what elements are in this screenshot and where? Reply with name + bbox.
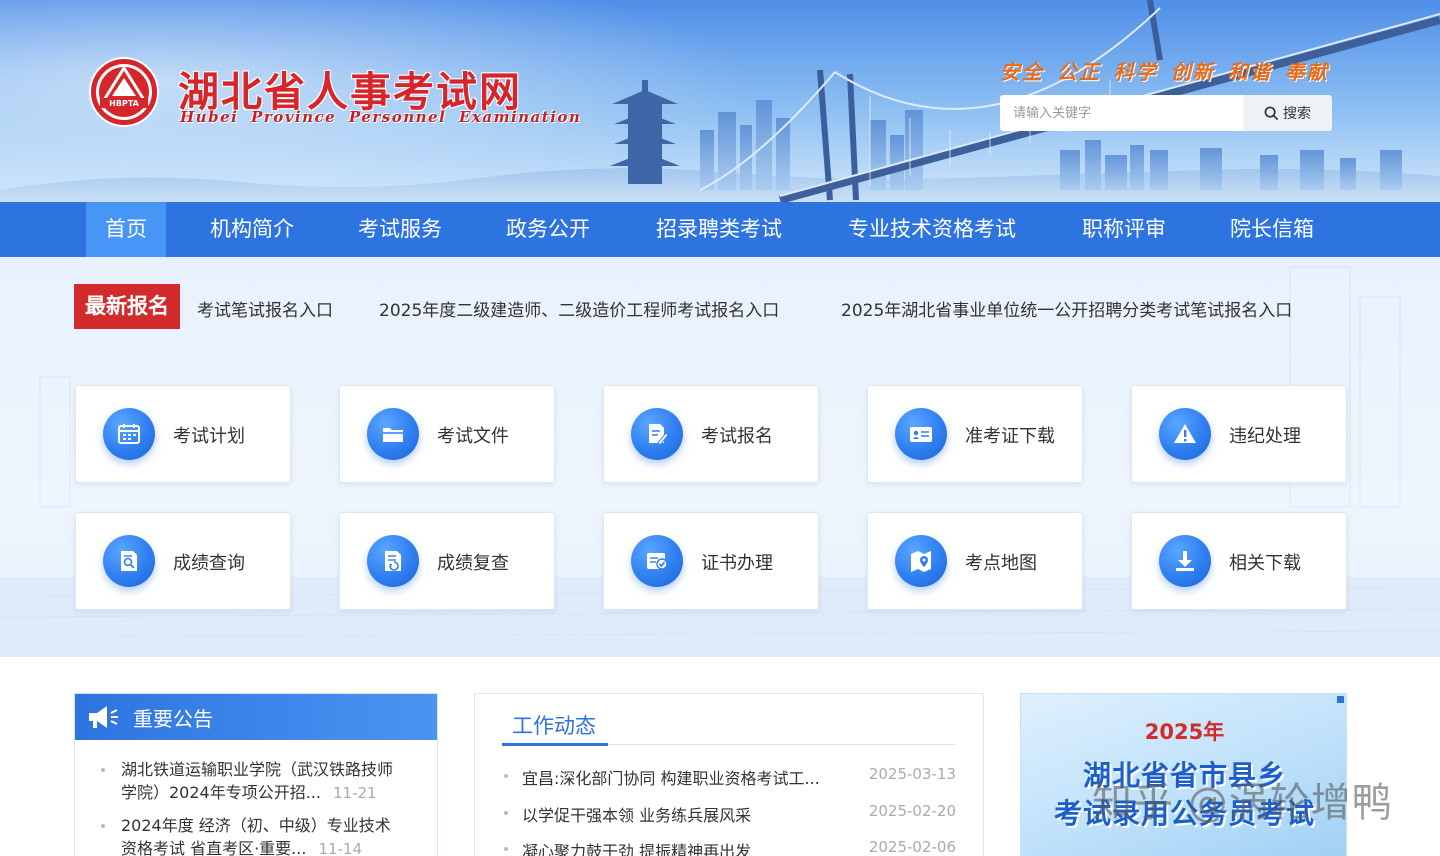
work-news-active-bar: [502, 743, 608, 746]
zhihu-watermark: 知乎 @涡轮增鸭: [1092, 780, 1393, 826]
service-card-exam-plan[interactable]: 考试计划: [75, 385, 291, 483]
bullet: [101, 824, 105, 828]
nav-item-director-mailbox[interactable]: 院长信箱: [1216, 202, 1328, 257]
nav-item-recruitment-exams[interactable]: 招录聘类考试: [640, 202, 798, 257]
id-card-icon: [895, 408, 947, 460]
header-banner: HBPTA 湖北省人事考试网 Hubei Province Personnel …: [0, 0, 1440, 202]
service-card-label: 成绩复查: [437, 553, 509, 574]
service-card-downloads[interactable]: 相关下载: [1131, 512, 1347, 610]
service-card-score-review[interactable]: 成绩复查: [339, 512, 555, 610]
bullet: [504, 811, 508, 815]
folder-icon: [367, 408, 419, 460]
warning-icon: [1159, 408, 1211, 460]
calendar-icon: [103, 408, 155, 460]
work-news-text: 宜昌:深化部门协同 构建职业资格考试工...: [522, 769, 820, 788]
promo-corner-marker: [1337, 696, 1344, 703]
service-card-label: 考试文件: [437, 426, 509, 447]
service-card-score-inquiry[interactable]: 成绩查询: [75, 512, 291, 610]
notices-title: 重要公告: [133, 706, 213, 731]
service-card-exam-site-map[interactable]: 考点地图: [867, 512, 1083, 610]
search-box: 搜索: [1000, 95, 1332, 131]
work-news-item[interactable]: 凝心聚力鼓干劲 提振精神再出发 2025-02-06: [504, 838, 956, 856]
search-document-icon: [103, 535, 155, 587]
service-card-label: 相关下载: [1229, 553, 1301, 574]
nav-item-about[interactable]: 机构简介: [196, 202, 308, 257]
map-pin-icon: [895, 535, 947, 587]
svg-text:HBPTA: HBPTA: [109, 99, 139, 108]
service-card-exam-documents[interactable]: 考试文件: [339, 385, 555, 483]
certificate-icon: [631, 535, 683, 587]
bullet: [504, 774, 508, 778]
search-icon: [1264, 106, 1279, 120]
service-card-label: 成绩查询: [173, 553, 245, 574]
service-card-label: 证书办理: [701, 553, 773, 574]
bullet: [101, 768, 105, 772]
service-card-label: 准考证下载: [965, 426, 1055, 447]
work-news-item[interactable]: 以学促干强本领 业务练兵展风采 2025-02-20: [504, 802, 956, 826]
megaphone-icon: [89, 706, 118, 728]
registration-link-written-exam[interactable]: 考试笔试报名入口: [197, 296, 333, 321]
notice-text-line2: 资格考试 省直考区·重要...: [121, 839, 307, 856]
site-slogan: 安全 公正 科学 创新 和谐 奉献: [1000, 60, 1329, 84]
important-notices-panel: 重要公告 湖北铁道运输职业学院（武汉铁路技师 学院）2024年专项公开招... 1…: [74, 693, 438, 856]
search-input[interactable]: [1000, 95, 1243, 131]
service-card-label: 违纪处理: [1229, 426, 1301, 447]
service-card-label: 考试报名: [701, 426, 773, 447]
work-news-panel: 工作动态 宜昌:深化部门协同 构建职业资格考试工... 2025-03-13 以…: [474, 693, 984, 856]
notice-item[interactable]: 2024年度 经济（初、中级）专业技术 资格考试 省直考区·重要... 11-14: [101, 814, 411, 856]
bullet: [504, 847, 508, 851]
notice-text-line1: 湖北铁道运输职业学院（武汉铁路技师: [121, 760, 394, 779]
service-card-label: 考试计划: [173, 426, 245, 447]
latest-registration-label: 最新报名: [74, 284, 180, 329]
review-document-icon: [367, 535, 419, 587]
edit-document-icon: [631, 408, 683, 460]
search-button[interactable]: 搜索: [1243, 95, 1332, 131]
registration-link-constructor[interactable]: 2025年度二级建造师、二级造价工程师考试报名入口: [379, 296, 779, 321]
service-card-label: 考点地图: [965, 553, 1037, 574]
notice-text-line1: 2024年度 经济（初、中级）专业技术: [121, 816, 391, 835]
promo-year: 2025年: [1144, 720, 1225, 744]
notice-item[interactable]: 湖北铁道运输职业学院（武汉铁路技师 学院）2024年专项公开招... 11-21: [101, 758, 411, 805]
nav-item-professional-qualification[interactable]: 专业技术资格考试: [832, 202, 1032, 257]
search-button-label: 搜索: [1283, 106, 1311, 122]
nav-item-home[interactable]: 首页: [86, 202, 166, 257]
service-card-exam-registration[interactable]: 考试报名: [603, 385, 819, 483]
work-news-text: 凝心聚力鼓干劲 提振精神再出发: [522, 842, 752, 856]
notice-text-line2: 学院）2024年专项公开招...: [121, 783, 321, 802]
work-news-item[interactable]: 宜昌:深化部门协同 构建职业资格考试工... 2025-03-13: [504, 765, 956, 789]
service-card-admission-ticket[interactable]: 准考证下载: [867, 385, 1083, 483]
work-news-text: 以学促干强本领 业务练兵展风采: [522, 806, 752, 825]
registration-link-public-institution[interactable]: 2025年湖北省事业单位统一公开招聘分类考试笔试报名入口: [841, 296, 1292, 321]
service-card-certificate[interactable]: 证书办理: [603, 512, 819, 610]
download-icon: [1159, 535, 1211, 587]
notice-date: 11-21: [332, 784, 377, 802]
nav-item-title-review[interactable]: 职称评审: [1068, 202, 1180, 257]
notices-header: 重要公告: [75, 694, 437, 740]
work-news-date: 2025-02-20: [868, 802, 956, 820]
main-nav: 首页 机构简介 考试服务 政务公开 招录聘类考试 专业技术资格考试 职称评审 院…: [0, 202, 1440, 257]
nav-item-exam-services[interactable]: 考试服务: [344, 202, 456, 257]
work-news-date: 2025-03-13: [868, 765, 956, 783]
work-news-date: 2025-02-06: [868, 838, 956, 856]
notice-date: 11-14: [318, 840, 363, 856]
nav-item-public-affairs[interactable]: 政务公开: [492, 202, 604, 257]
site-subtitle: Hubei Province Personnel Examination: [180, 108, 582, 126]
work-news-title[interactable]: 工作动态: [512, 710, 596, 740]
service-card-violation-handling[interactable]: 违纪处理: [1131, 385, 1347, 483]
hbpta-emblem-icon: HBPTA: [89, 57, 159, 127]
